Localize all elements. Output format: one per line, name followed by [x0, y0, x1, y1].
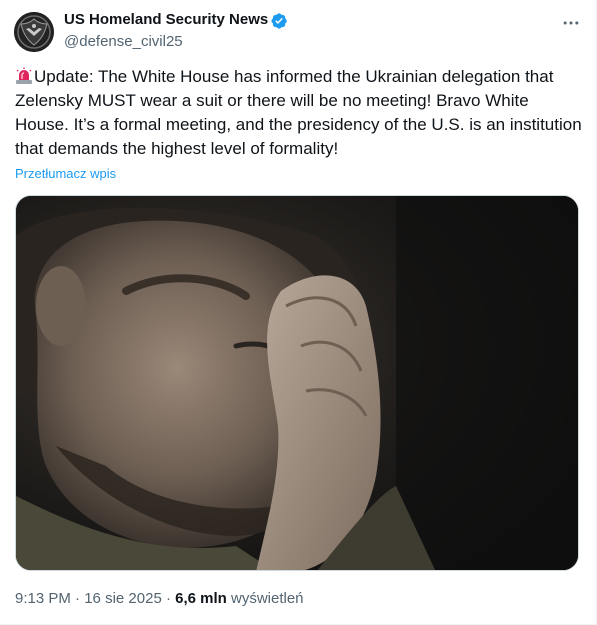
- photo-man-hand-on-forehead: [16, 196, 578, 570]
- tweet-card: US Homeland Security News @defense_civil…: [0, 0, 597, 625]
- author-handle[interactable]: @defense_civil25: [64, 33, 183, 50]
- verified-badge-icon[interactable]: [270, 12, 288, 30]
- views-count: 6,6 mln: [175, 590, 227, 607]
- avatar[interactable]: [14, 12, 54, 52]
- tweet-text: Update: The White House has informed the…: [15, 65, 585, 161]
- translate-post-link[interactable]: Przetłumacz wpis: [15, 166, 116, 181]
- tweet-photo[interactable]: [15, 195, 579, 571]
- siren-icon: [16, 67, 32, 84]
- more-horizontal-icon: [563, 21, 579, 25]
- author-name[interactable]: US Homeland Security News: [64, 11, 268, 28]
- tweet-date[interactable]: 16 sie 2025: [84, 590, 162, 607]
- tweet-time[interactable]: 9:13 PM: [15, 590, 71, 607]
- meta-separator: ·: [70, 590, 85, 607]
- more-options-button[interactable]: [556, 8, 586, 38]
- views-label: wyświetleń: [231, 590, 304, 607]
- meta-separator: ·: [161, 590, 176, 607]
- shield-eagle-logo-icon: [14, 12, 54, 52]
- tweet-meta: 9:13 PM · 16 sie 2025 · 6,6 mln wyświetl…: [15, 590, 304, 607]
- tweet-body: Update: The White House has informed the…: [15, 67, 582, 158]
